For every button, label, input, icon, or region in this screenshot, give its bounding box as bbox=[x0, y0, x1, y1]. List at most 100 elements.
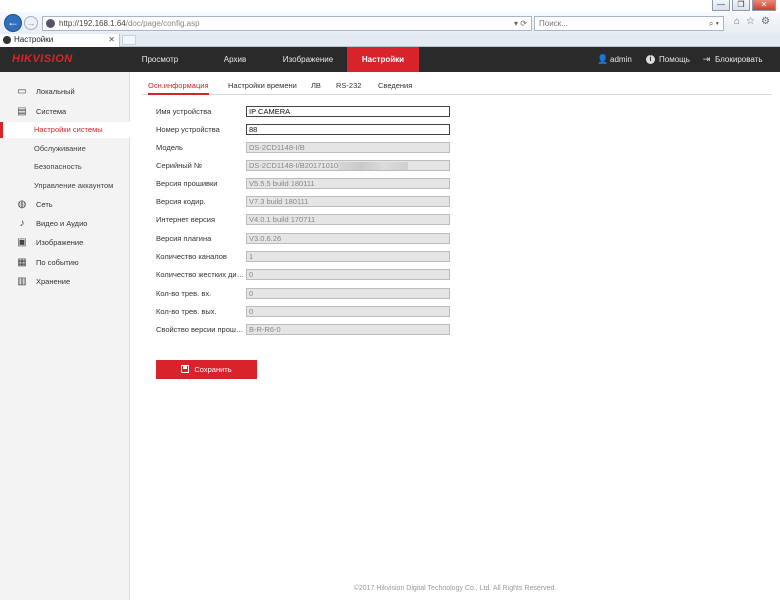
search-icon[interactable]: ⌕ ▾ bbox=[709, 17, 719, 30]
browser-tab[interactable]: Настройки ✕ bbox=[0, 34, 120, 47]
hikvision-logo: HIKVISION bbox=[12, 53, 73, 65]
menu-live-view[interactable]: Просмотр bbox=[130, 47, 190, 72]
url-path: /doc/page/config.asp bbox=[125, 19, 200, 28]
serial-number-field: DS-2CD1148-I/B20171010 bbox=[246, 160, 450, 171]
browser-tools: ⌂ ☆ ⚙ bbox=[734, 16, 770, 27]
username: admin bbox=[610, 55, 632, 64]
user-menu[interactable]: 👤 admin bbox=[597, 47, 632, 72]
sidebar-item-security[interactable]: Безопасность bbox=[0, 159, 130, 175]
field-label: Свойство версии проши... bbox=[156, 325, 246, 334]
tab-time-settings[interactable]: Настройки времени bbox=[228, 80, 297, 95]
sidebar-item-label: Хранение bbox=[36, 277, 71, 286]
back-arrow-icon[interactable]: ← bbox=[4, 14, 22, 32]
site-favicon-icon bbox=[46, 19, 55, 28]
field-label: Номер устройства bbox=[156, 125, 220, 134]
new-tab-button[interactable] bbox=[122, 35, 136, 45]
alarm-outputs-field: 0 bbox=[246, 306, 450, 317]
firmware-version-field: V5.5.5 build 180111 bbox=[246, 178, 450, 189]
sidebar-item-label: Безопасность bbox=[34, 162, 82, 171]
serial-number-value: DS-2CD1148-I/B20171010 bbox=[249, 161, 339, 170]
favorites-star-icon[interactable]: ☆ bbox=[746, 16, 755, 27]
tab-basic-info[interactable]: Осн.информация bbox=[148, 80, 209, 95]
tab-close-icon[interactable]: ✕ bbox=[108, 34, 115, 46]
microphone-icon: ♪ bbox=[19, 218, 25, 229]
close-window-button[interactable]: ✕ bbox=[752, 0, 776, 11]
save-button[interactable]: Сохранить bbox=[156, 360, 257, 379]
sidebar-item-network[interactable]: ◍ Сеть bbox=[0, 197, 130, 213]
sidebar-item-storage[interactable]: ▥ Хранение bbox=[0, 274, 130, 290]
browser-address-bar: ← → http://192.168.1.64/doc/page/config.… bbox=[0, 12, 780, 34]
sidebar-item-label: Обслуживание bbox=[34, 144, 86, 153]
sidebar-item-maintenance[interactable]: Обслуживание bbox=[0, 141, 130, 157]
app-header: HIKVISION Просмотр Архив Изображение Нас… bbox=[0, 47, 780, 72]
form-row-device-name: Имя устройства bbox=[156, 106, 456, 118]
sidebar: ▭ Локальный ▤ Система Настройки системы … bbox=[0, 72, 130, 600]
menu-image[interactable]: Изображение bbox=[272, 47, 344, 72]
device-name-input[interactable] bbox=[246, 106, 450, 117]
field-label: Количество жестких дис... bbox=[156, 270, 246, 279]
maximize-button[interactable]: ❐ bbox=[732, 0, 750, 11]
field-label: Кол-во трев. вых. bbox=[156, 307, 217, 316]
sidebar-item-label: Управление аккаунтом bbox=[34, 181, 114, 190]
firmware-property-field: B-R-R6-0 bbox=[246, 324, 450, 335]
logout-label: Блокировать bbox=[715, 55, 763, 64]
menu-configuration[interactable]: Настройки bbox=[347, 47, 419, 72]
storage-icon: ▥ bbox=[17, 276, 27, 287]
sidebar-item-system[interactable]: ▤ Система bbox=[0, 104, 130, 120]
tab-about[interactable]: Сведения bbox=[378, 80, 412, 95]
redacted-blur bbox=[338, 162, 409, 171]
field-label: Версия плагина bbox=[156, 234, 212, 243]
form-row-firmware-property: Свойство версии проши... B-R-R6-0 bbox=[156, 324, 456, 336]
field-label: Модель bbox=[156, 143, 183, 152]
form-row-channel-count: Количество каналов 1 bbox=[156, 251, 456, 263]
field-label: Кол-во трев. вх. bbox=[156, 289, 212, 298]
sidebar-item-local[interactable]: ▭ Локальный bbox=[0, 84, 130, 100]
sidebar-item-system-settings[interactable]: Настройки системы bbox=[0, 122, 130, 138]
field-label: Имя устройства bbox=[156, 107, 212, 116]
tab-dst[interactable]: ЛВ bbox=[311, 80, 321, 95]
tab-rs232[interactable]: RS-232 bbox=[336, 80, 361, 95]
sidebar-item-image[interactable]: ▣ Изображение bbox=[0, 235, 130, 251]
window-controls: — ❐ ✕ bbox=[712, 0, 776, 12]
field-label: Версия прошивки bbox=[156, 179, 218, 188]
form-row-serial-number: Серийный № DS-2CD1148-I/B20171010 bbox=[156, 160, 456, 172]
channel-count-field: 1 bbox=[246, 251, 450, 262]
device-number-input[interactable] bbox=[246, 124, 450, 135]
sidebar-item-event[interactable]: ▦ По событию bbox=[0, 255, 130, 271]
form-row-alarm-inputs: Кол-во трев. вх. 0 bbox=[156, 288, 456, 300]
copyright-footer: ©2017 Hikvision Digital Technology Co., … bbox=[353, 585, 557, 592]
search-input[interactable]: Поиск... ⌕ ▾ bbox=[534, 16, 724, 31]
sidebar-item-user-management[interactable]: Управление аккаунтом bbox=[0, 178, 130, 194]
user-icon: 👤 bbox=[597, 54, 609, 64]
field-label: Интернет версия bbox=[156, 215, 216, 224]
form-row-model: Модель DS-2CD1148-I/B bbox=[156, 142, 456, 154]
calendar-icon: ▦ bbox=[17, 257, 27, 268]
help-label: Помощь bbox=[659, 55, 690, 64]
settings-subtabs: Осн.информация Настройки времени ЛВ RS-2… bbox=[142, 80, 772, 95]
sidebar-item-video-audio[interactable]: ♪ Видео и Аудио bbox=[0, 216, 130, 232]
alarm-inputs-field: 0 bbox=[246, 288, 450, 299]
hdd-count-field: 0 bbox=[246, 269, 450, 280]
url-dropdown-refresh-icons[interactable]: ▾ ⟳ bbox=[514, 17, 527, 30]
forward-arrow-icon[interactable]: → bbox=[24, 16, 38, 30]
field-label: Серийный № bbox=[156, 161, 202, 170]
settings-gear-icon[interactable]: ⚙ bbox=[761, 16, 770, 27]
tab-title: Настройки bbox=[14, 35, 54, 44]
sidebar-item-label: Видео и Аудио bbox=[36, 219, 88, 228]
logout-link[interactable]: ⇥ Блокировать bbox=[702, 47, 763, 72]
form-row-hdd-count: Количество жестких дис... 0 bbox=[156, 269, 456, 281]
help-link[interactable]: i Помощь bbox=[646, 47, 690, 72]
sidebar-item-label: Изображение bbox=[36, 238, 84, 247]
minimize-button[interactable]: — bbox=[712, 0, 730, 11]
menu-playback[interactable]: Архив bbox=[205, 47, 265, 72]
sidebar-item-label: Локальный bbox=[36, 87, 75, 96]
url-input[interactable]: http://192.168.1.64/doc/page/config.asp … bbox=[42, 16, 532, 31]
home-icon[interactable]: ⌂ bbox=[734, 16, 740, 27]
sidebar-item-label: Настройки системы bbox=[34, 125, 103, 134]
form-row-encoding-version: Версия кодир. V7.3 build 180111 bbox=[156, 196, 456, 208]
browser-tab-bar: Настройки ✕ bbox=[0, 34, 780, 47]
floppy-disk-icon bbox=[181, 365, 190, 373]
sidebar-item-label: Сеть bbox=[36, 200, 53, 209]
url-host: http://192.168.1.64 bbox=[59, 19, 126, 28]
encoding-version-field: V7.3 build 180111 bbox=[246, 196, 450, 207]
